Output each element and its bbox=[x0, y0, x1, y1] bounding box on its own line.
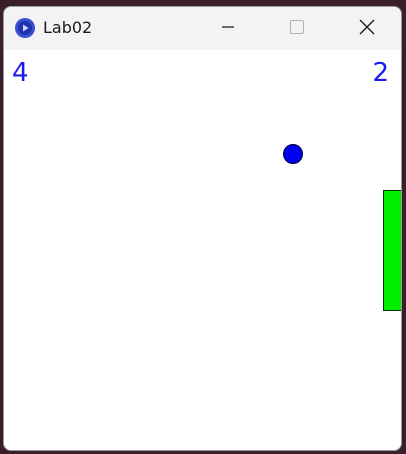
left-player-score: 4 bbox=[12, 58, 29, 88]
title-bar[interactable]: Lab02 bbox=[4, 7, 401, 50]
right-paddle[interactable] bbox=[383, 190, 401, 311]
right-player-score: 2 bbox=[372, 58, 389, 88]
close-icon bbox=[358, 18, 376, 40]
minimize-icon bbox=[220, 19, 236, 39]
maximize-button[interactable] bbox=[274, 7, 320, 50]
ball bbox=[283, 144, 303, 164]
game-canvas[interactable]: 4 2 bbox=[4, 50, 401, 450]
app-window: Lab02 4 2 bbox=[3, 6, 402, 451]
maximize-icon bbox=[289, 19, 305, 39]
app-icon bbox=[15, 18, 35, 38]
minimize-button[interactable] bbox=[205, 7, 251, 50]
window-title: Lab02 bbox=[43, 18, 93, 37]
close-button[interactable] bbox=[344, 7, 390, 50]
